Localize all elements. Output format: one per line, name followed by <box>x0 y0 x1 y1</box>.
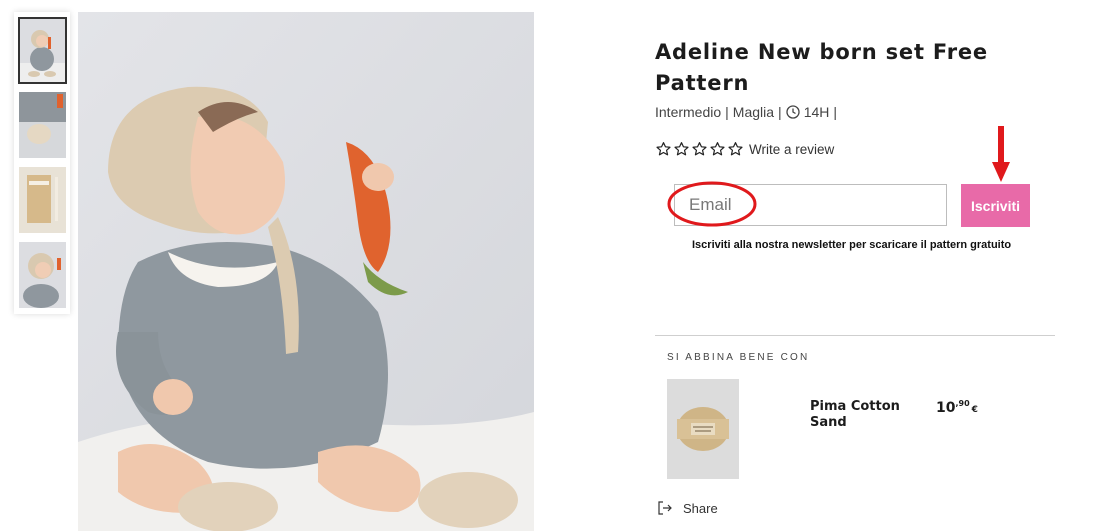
pairs-product-name[interactable]: Pima Cotton Sand <box>810 399 920 431</box>
pairs-heading: SI ABBINA BENE CON <box>667 352 810 363</box>
share-label: Share <box>683 500 718 516</box>
thumbnail-4[interactable] <box>19 242 66 308</box>
pairs-product-price: 10,90€ <box>936 397 978 416</box>
email-input[interactable] <box>674 184 947 226</box>
star-icon[interactable] <box>691 141 708 157</box>
product-title: Adeline New born set Free Pattern <box>655 40 988 95</box>
write-review-link[interactable]: Write a review <box>749 142 834 157</box>
star-icon[interactable] <box>727 141 744 157</box>
product-meta: Intermedio | Maglia | 14H | <box>655 104 837 120</box>
meta-separator: | <box>778 104 782 120</box>
level-text: Intermedio <box>655 104 722 120</box>
meta-separator: | <box>725 104 729 120</box>
thumbnail-3[interactable] <box>19 167 66 233</box>
meta-separator: | <box>833 104 838 120</box>
star-icon[interactable] <box>709 141 726 157</box>
price-integer: 10 <box>936 400 956 416</box>
pima-cotton-thumbnail[interactable] <box>667 379 739 479</box>
share-button[interactable]: Share <box>657 500 718 516</box>
craft-text: Maglia <box>732 104 775 120</box>
thumbnail-1[interactable] <box>18 17 67 84</box>
star-icon[interactable] <box>673 141 690 157</box>
annotation-arrow <box>992 126 1010 182</box>
newsletter-note: Iscriviti alla nostra newsletter per sca… <box>692 239 1012 251</box>
product-main-image[interactable] <box>78 12 534 531</box>
rating-row: Write a review <box>655 141 834 157</box>
subscribe-button[interactable]: Iscriviti <box>961 184 1030 227</box>
star-icon[interactable] <box>655 141 672 157</box>
time-text: 14H <box>803 104 830 120</box>
price-currency: € <box>971 405 978 415</box>
price-decimal: ,90 <box>955 399 970 408</box>
thumbnail-gallery <box>14 12 70 314</box>
thumbnail-2[interactable] <box>19 92 66 158</box>
clock-icon <box>786 105 800 119</box>
divider <box>655 335 1055 336</box>
share-icon <box>658 501 672 515</box>
